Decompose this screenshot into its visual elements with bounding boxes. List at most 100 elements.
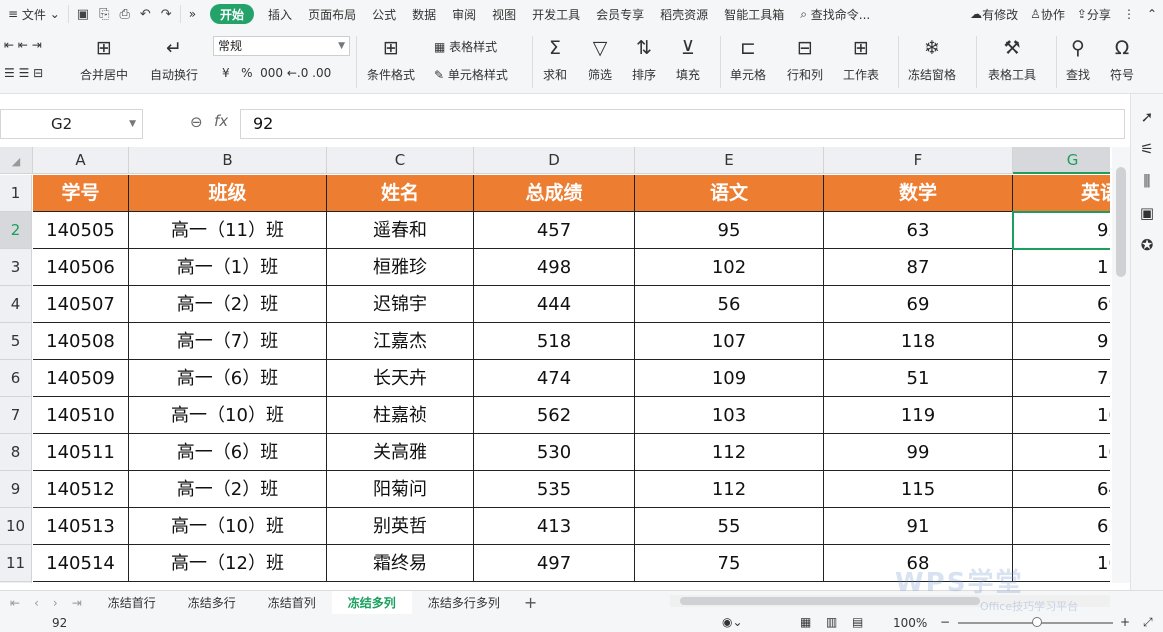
- header-cell[interactable]: 姓名: [327, 175, 474, 212]
- row-header[interactable]: 7: [0, 397, 32, 434]
- column-header-a[interactable]: A: [33, 147, 129, 174]
- tab-docer[interactable]: 稻壳资源: [652, 0, 716, 28]
- table-cell[interactable]: 87: [824, 249, 1013, 286]
- table-cell[interactable]: 140506: [33, 249, 129, 286]
- zoom-in-icon[interactable]: +: [1120, 615, 1130, 629]
- row-header-partial[interactable]: [0, 582, 32, 583]
- align-icons[interactable]: ☰ ☰ ⊟: [4, 66, 43, 80]
- table-cell[interactable]: 75: [635, 545, 824, 582]
- share-button[interactable]: ⇪ 分享: [1071, 0, 1117, 28]
- table-cell[interactable]: 高一（10）班: [129, 397, 327, 434]
- table-cell[interactable]: 103: [635, 397, 824, 434]
- cell-style-button[interactable]: ✎ 单元格样式: [434, 66, 508, 83]
- wrap-text-button[interactable]: ↵ 自动换行: [150, 36, 198, 83]
- table-cell[interactable]: 107: [635, 323, 824, 360]
- row-header[interactable]: 1: [0, 175, 32, 212]
- redo-icon[interactable]: ↷: [161, 7, 172, 22]
- table-cell[interactable]: 474: [474, 360, 635, 397]
- header-cell[interactable]: 总成绩: [474, 175, 635, 212]
- row-header[interactable]: 8: [0, 434, 32, 471]
- more-options-icon[interactable]: ⋮: [1117, 0, 1141, 28]
- zoom-out-icon[interactable]: −: [940, 615, 950, 629]
- add-sheet-icon[interactable]: +: [516, 593, 545, 612]
- table-cell[interactable]: 长天卉: [327, 360, 474, 397]
- table-cell[interactable]: 457: [474, 212, 635, 249]
- sheet-tab-active[interactable]: 冻结多列: [331, 590, 412, 615]
- tab-formula[interactable]: 公式: [364, 0, 404, 28]
- page-layout-icon[interactable]: ▥: [826, 615, 837, 629]
- table-cell[interactable]: 高一（2）班: [129, 286, 327, 323]
- export-icon[interactable]: ⎘: [99, 7, 109, 22]
- row-header[interactable]: 11: [0, 545, 32, 582]
- table-cell[interactable]: 562: [474, 397, 635, 434]
- table-cell[interactable]: 遥春和: [327, 212, 474, 249]
- next-sheet-icon[interactable]: ›: [53, 596, 58, 610]
- row-header[interactable]: 5: [0, 323, 32, 360]
- table-cell[interactable]: 高一（6）班: [129, 434, 327, 471]
- table-cell[interactable]: 55: [635, 508, 824, 545]
- table-cell[interactable]: 69: [824, 286, 1013, 323]
- table-cell[interactable]: 73: [1013, 360, 1110, 397]
- table-cell[interactable]: 518: [474, 323, 635, 360]
- sheet-tab[interactable]: 冻结首列: [252, 591, 332, 615]
- filter-button[interactable]: ▽ 筛选: [588, 36, 612, 83]
- table-cell[interactable]: 140507: [33, 286, 129, 323]
- table-cell[interactable]: 别英哲: [327, 508, 474, 545]
- table-cell[interactable]: 102: [635, 249, 824, 286]
- sort-button[interactable]: ⇅ 排序: [632, 36, 656, 83]
- table-cell[interactable]: 高一（6）班: [129, 360, 327, 397]
- table-cell[interactable]: 91: [824, 508, 1013, 545]
- command-search[interactable]: ⌕ 查找命令...: [792, 0, 878, 28]
- tab-view[interactable]: 视图: [484, 0, 524, 28]
- print-icon[interactable]: ⎙: [119, 7, 129, 22]
- table-cell[interactable]: 10: [1013, 545, 1110, 582]
- merge-center-button[interactable]: ⊞ 合并居中: [80, 36, 128, 83]
- zoom-level[interactable]: 100%: [893, 616, 927, 630]
- cursor-icon[interactable]: ➚: [1131, 108, 1163, 126]
- fx-icon[interactable]: fx: [214, 112, 228, 130]
- column-header-g[interactable]: G: [1013, 147, 1110, 174]
- table-cell[interactable]: 高一（12）班: [129, 545, 327, 582]
- file-menu[interactable]: ≡ 文件 ⌄: [0, 0, 68, 28]
- table-cell[interactable]: 119: [824, 397, 1013, 434]
- table-cell[interactable]: 11: [1013, 249, 1110, 286]
- table-cell[interactable]: 高一（7）班: [129, 323, 327, 360]
- header-cell[interactable]: 班级: [129, 175, 327, 212]
- column-header-d[interactable]: D: [474, 147, 635, 174]
- table-cell[interactable]: 柱嘉祯: [327, 397, 474, 434]
- column-header-b[interactable]: B: [129, 147, 327, 174]
- tab-member[interactable]: 会员专享: [588, 0, 652, 28]
- tab-smart-tools[interactable]: 智能工具箱: [716, 0, 792, 28]
- indent-icons[interactable]: ⇤ ⇤ ⇥: [4, 38, 42, 52]
- table-cell[interactable]: 413: [474, 508, 635, 545]
- sheet-tab[interactable]: 冻结多行: [172, 591, 252, 615]
- table-cell[interactable]: 140514: [33, 545, 129, 582]
- table-cell[interactable]: 10: [1013, 434, 1110, 471]
- table-cell[interactable]: 140509: [33, 360, 129, 397]
- column-header-f[interactable]: F: [824, 147, 1013, 174]
- table-cell[interactable]: 140513: [33, 508, 129, 545]
- table-cell[interactable]: 霜终易: [327, 545, 474, 582]
- name-box[interactable]: G2 ▼: [0, 109, 143, 139]
- table-cell[interactable]: 140508: [33, 323, 129, 360]
- table-cell[interactable]: 高一（1）班: [129, 249, 327, 286]
- undo-icon[interactable]: ↶: [140, 7, 151, 22]
- row-header[interactable]: 10: [0, 508, 32, 545]
- image-icon[interactable]: ▣: [1131, 204, 1163, 222]
- table-cell[interactable]: 56: [635, 286, 824, 323]
- column-header-e[interactable]: E: [635, 147, 824, 174]
- row-header[interactable]: 4: [0, 286, 32, 323]
- tab-navigation[interactable]: ⇤ ‹ › ⇥: [0, 596, 92, 610]
- tab-page-layout[interactable]: 页面布局: [300, 0, 364, 28]
- table-cell[interactable]: 140505: [33, 212, 129, 249]
- columns-icon[interactable]: ⫼: [1131, 172, 1163, 190]
- table-cell[interactable]: 65: [1013, 508, 1110, 545]
- tab-insert[interactable]: 插入: [260, 0, 300, 28]
- table-cell[interactable]: 69: [1013, 286, 1110, 323]
- header-cell[interactable]: 学号: [33, 175, 129, 212]
- adjust-icon[interactable]: ⚟: [1131, 140, 1163, 158]
- row-header[interactable]: 3: [0, 249, 32, 286]
- table-cell[interactable]: 92: [1013, 212, 1110, 249]
- vertical-scrollbar[interactable]: [1112, 147, 1130, 583]
- number-format-buttons[interactable]: ¥ % 000 ←.0 .00: [222, 66, 331, 80]
